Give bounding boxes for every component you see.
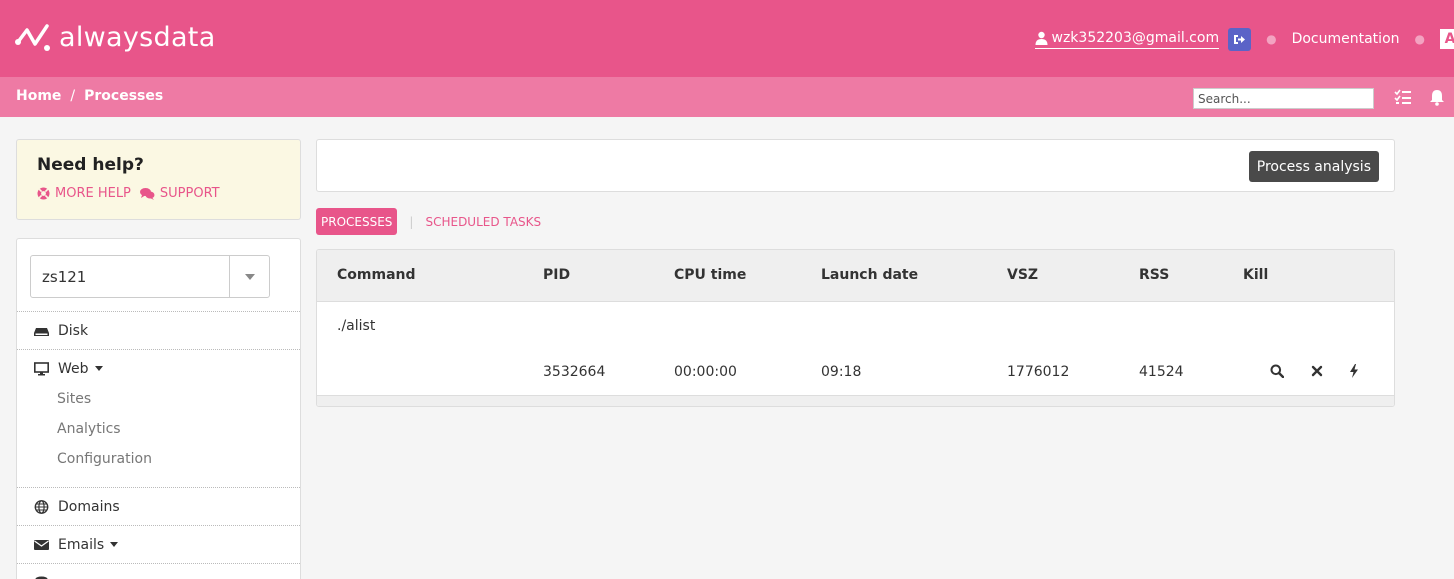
breadcrumb: Home / Processes xyxy=(16,88,163,104)
separator-dot: ● xyxy=(1414,32,1425,46)
user-email: wzk352203@gmail.com xyxy=(1051,29,1220,46)
cell-command: ./alist xyxy=(337,318,376,334)
sidebar-subitem-configuration[interactable]: Configuration xyxy=(57,451,152,467)
database-icon xyxy=(35,576,48,579)
cell-rss: 41524 xyxy=(1139,364,1184,380)
sign-out-icon xyxy=(1234,34,1246,44)
help-links: MORE HELP SUPPORT xyxy=(37,186,229,201)
monitor-icon xyxy=(34,361,49,375)
column-header-vsz: VSZ xyxy=(1007,267,1039,283)
documentation-link[interactable]: Documentation xyxy=(1292,31,1400,47)
language-button[interactable]: A xyxy=(1440,29,1454,49)
sidebar-subitem-analytics[interactable]: Analytics xyxy=(57,421,121,437)
sidebar-item-label: Domains xyxy=(58,498,120,515)
breadcrumb-separator: / xyxy=(70,88,76,104)
caret-down-icon xyxy=(94,366,103,371)
more-help-link[interactable]: MORE HELP xyxy=(37,186,131,201)
column-header-rss: RSS xyxy=(1139,267,1170,283)
brand-logo[interactable]: alwaysdata xyxy=(15,20,216,54)
sidebar-item-label: Disk xyxy=(58,322,89,339)
table-footer xyxy=(317,395,1394,406)
sidebar-item-label: Web xyxy=(58,360,89,377)
search-icon[interactable] xyxy=(1270,364,1284,378)
caret-down-icon xyxy=(110,542,119,547)
table-header: Command PID CPU time Launch date VSZ RSS… xyxy=(317,250,1394,302)
tab-scheduled-tasks[interactable]: SCHEDULED TASKS xyxy=(425,215,541,229)
sidebar: zs121 Disk Web Sites Analytics Configura… xyxy=(16,238,301,579)
envelope-icon xyxy=(34,539,49,550)
account-select-caret[interactable] xyxy=(229,256,269,297)
process-analysis-button[interactable]: Process analysis xyxy=(1248,151,1379,182)
logout-button[interactable] xyxy=(1228,27,1252,51)
sidebar-subitem-sites[interactable]: Sites xyxy=(57,391,91,407)
brand-name: alwaysdata xyxy=(59,21,216,53)
tab-separator: | xyxy=(409,214,414,229)
column-header-cpu-time: CPU time xyxy=(674,267,747,283)
tab-processes[interactable]: PROCESSES xyxy=(316,208,398,235)
sidebar-item-disk[interactable]: Disk xyxy=(17,311,300,349)
help-panel: Need help? MORE HELP SUPPORT xyxy=(16,139,301,220)
column-header-launch-date: Launch date xyxy=(821,267,919,283)
search-input[interactable] xyxy=(1193,88,1374,109)
tasks-icon[interactable] xyxy=(1394,88,1412,106)
close-icon[interactable] xyxy=(1310,364,1324,378)
account-select-value: zs121 xyxy=(42,267,87,286)
user-area: wzk352203@gmail.com ● Documentation ● A xyxy=(1034,26,1454,52)
breadcrumb-bar: Home / Processes xyxy=(0,77,1454,117)
support-label: SUPPORT xyxy=(159,186,220,201)
caret-down-icon xyxy=(244,273,255,280)
cell-cpu-time: 00:00:00 xyxy=(674,364,737,380)
bolt-icon[interactable] xyxy=(1347,364,1361,378)
sidebar-item-domains[interactable]: Domains xyxy=(17,487,300,525)
column-header-command: Command xyxy=(337,267,416,283)
bell-icon[interactable] xyxy=(1428,88,1446,106)
sidebar-item-web[interactable]: Web xyxy=(17,349,300,387)
column-header-kill: Kill xyxy=(1243,267,1269,283)
toolbar-panel: Process analysis xyxy=(316,139,1395,192)
alwaysdata-logo-icon xyxy=(15,24,50,51)
sidebar-item-emails[interactable]: Emails xyxy=(17,525,300,563)
support-link[interactable]: SUPPORT xyxy=(139,186,220,201)
tabs: PROCESSES | SCHEDULED TASKS xyxy=(316,208,541,235)
life-ring-icon xyxy=(37,187,50,200)
user-icon xyxy=(1035,31,1047,45)
comments-icon xyxy=(139,188,155,200)
sidebar-item-label: Emails xyxy=(58,536,105,553)
sidebar-item-partial[interactable] xyxy=(17,563,300,579)
cell-launch-date: 09:18 xyxy=(821,364,862,380)
more-help-label: MORE HELP xyxy=(55,186,131,201)
process-table: Command PID CPU time Launch date VSZ RSS… xyxy=(316,249,1395,407)
disk-icon xyxy=(34,327,49,336)
user-account-link[interactable]: wzk352203@gmail.com xyxy=(1034,29,1220,49)
separator-dot: ● xyxy=(1266,32,1277,46)
cell-pid: 3532664 xyxy=(543,364,606,380)
help-title: Need help? xyxy=(37,155,144,175)
breadcrumb-home[interactable]: Home xyxy=(16,88,61,104)
globe-icon xyxy=(34,499,49,514)
account-select[interactable]: zs121 xyxy=(30,255,270,298)
cell-vsz: 1776012 xyxy=(1007,364,1070,380)
column-header-pid: PID xyxy=(543,267,571,283)
top-header: alwaysdata wzk352203@gmail.com ● Documen… xyxy=(0,0,1454,77)
breadcrumb-current: Processes xyxy=(84,88,164,104)
